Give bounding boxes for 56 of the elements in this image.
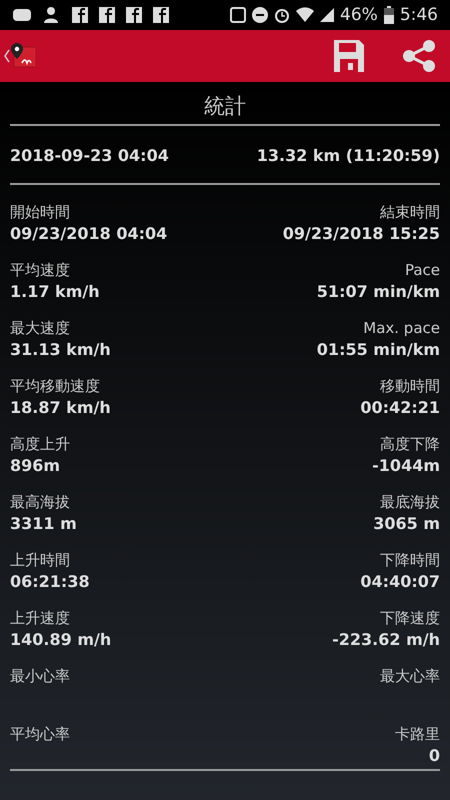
stat-label: 最高海拔 [10,492,70,513]
stat-label: 平均速度 [10,260,70,281]
stat-label: 平均心率 [10,724,70,745]
app-logo-icon [10,43,36,69]
stat-value: 896m [10,455,60,477]
stat-value: 3065 m [373,513,440,535]
stat-label: 開始時間 [10,202,70,223]
stat-value: 04:40:07 [360,571,440,593]
stat-label: 上升速度 [10,608,70,629]
stat-label: 移動時間 [380,376,440,397]
stat-value: 0 [428,745,440,767]
stat-label: 結束時間 [380,202,440,223]
stat-value: 09/23/2018 15:25 [282,223,440,245]
stat-value: -1044m [372,455,440,477]
stat-label: 卡路里 [395,724,440,745]
stat-label: 上升時間 [10,550,70,571]
wifi-icon [296,7,314,23]
track-distance: 13.32 km (11:20:59) [256,146,440,165]
track-date: 2018-09-23 04:04 [10,146,169,165]
stat-label: 最小心率 [10,666,70,687]
battery-icon [384,6,394,24]
facebook-icon [126,7,142,23]
stat-label: 下降速度 [380,608,440,629]
stat-label: 最大速度 [10,318,70,339]
stat-label: 最底海拔 [380,492,440,513]
stat-label: 高度下降 [380,434,440,455]
stat-label: 高度上升 [10,434,70,455]
stat-value: 09/23/2018 04:04 [10,223,168,245]
stat-value: 51:07 min/km [316,281,440,303]
alarm-icon [274,7,290,23]
stat-label: 下降時間 [380,550,440,571]
section-title: 統計 [203,93,247,120]
stat-value: -223.62 m/h [332,629,440,651]
stat-value: 06:21:38 [10,571,90,593]
facebook-icon [153,7,169,23]
stat-label: 平均移動速度 [10,376,100,397]
facebook-icon [99,7,115,23]
person-add-icon [43,6,61,24]
stat-value: 00:42:21 [360,397,440,419]
stat-value: 01:55 min/km [316,339,440,361]
stat-label: Max. pace [363,318,440,339]
back-button[interactable] [4,43,36,69]
save-icon[interactable] [334,40,364,72]
stat-label: 最大心率 [380,666,440,687]
stat-value: 18.87 km/h [10,397,111,419]
stat-value: 3311 m [10,513,77,535]
clock: 5:46 [400,5,438,25]
stat-label: Pace [404,260,440,281]
stat-value: 31.13 km/h [10,339,111,361]
battery-percent: 46% [340,5,378,25]
stat-value: 1.17 km/h [10,281,100,303]
share-icon[interactable] [402,40,436,72]
facebook-icon [72,7,88,23]
signal-icon [320,8,334,22]
do-not-disturb-icon [252,7,268,23]
stat-value: 140.89 m/h [10,629,112,651]
